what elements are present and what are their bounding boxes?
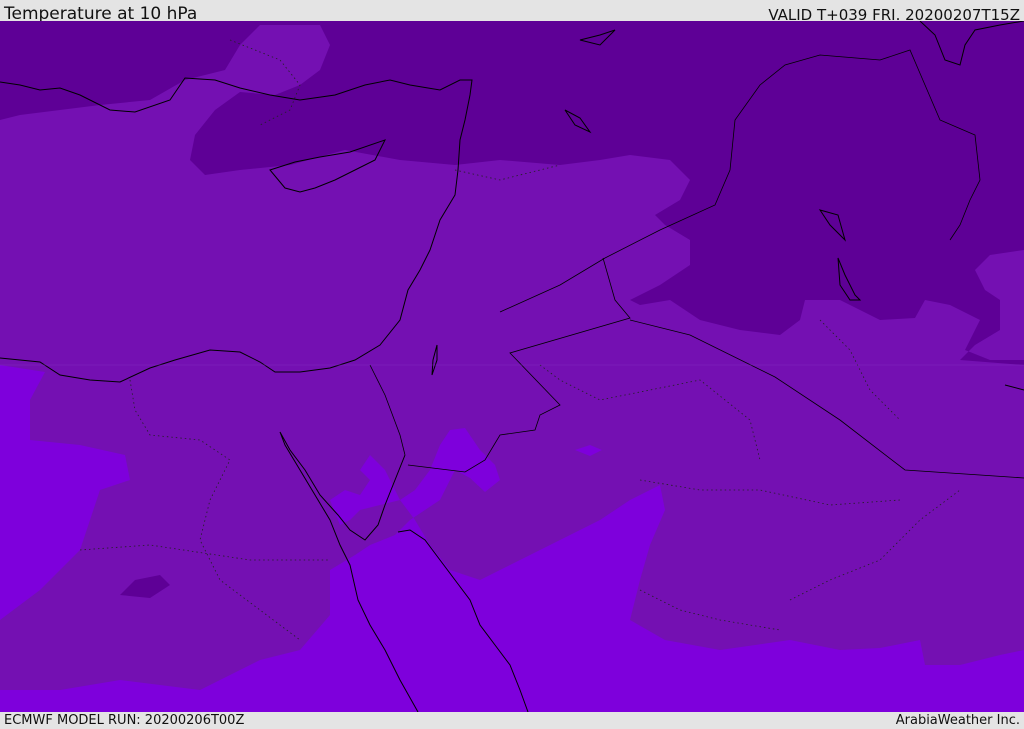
- credit-label: ArabiaWeather Inc.: [895, 713, 1020, 728]
- map-canvas[interactable]: [0, 21, 1024, 712]
- header-bar: Temperature at 10 hPa VALID T+039 FRI. 2…: [0, 0, 1024, 24]
- footer-bar: ECMWF MODEL RUN: 20200206T00Z ArabiaWeat…: [0, 712, 1024, 729]
- temperature-map: [0, 21, 1024, 712]
- model-run-label: ECMWF MODEL RUN: 20200206T00Z: [4, 713, 245, 728]
